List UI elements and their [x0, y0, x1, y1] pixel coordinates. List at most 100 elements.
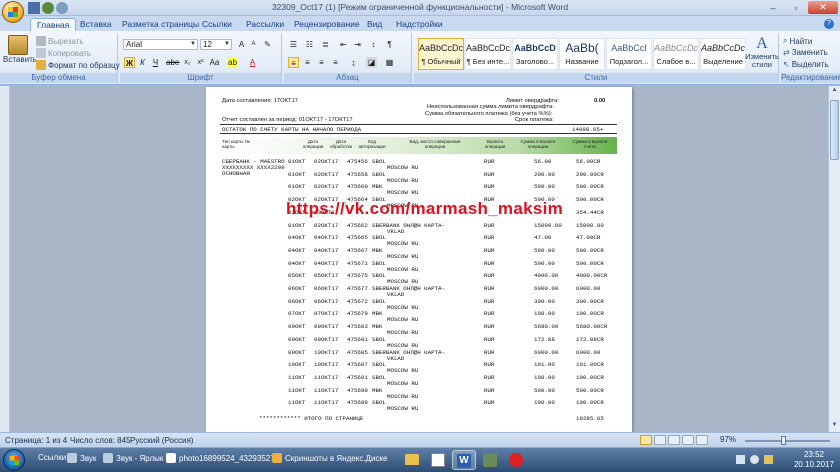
- taskbar-app-explorer[interactable]: [400, 450, 424, 470]
- cut-button[interactable]: Вырезать: [36, 36, 84, 46]
- minimize-button[interactable]: –: [762, 1, 784, 14]
- style-title[interactable]: AaBb(Название: [559, 38, 605, 70]
- style-no-spacing[interactable]: AaBbCcDc ¶ Без инте...: [465, 38, 511, 70]
- taskbar-app-word[interactable]: W: [452, 450, 476, 470]
- highlight-icon[interactable]: ab: [227, 57, 238, 68]
- numbering-icon[interactable]: ☷: [304, 39, 315, 50]
- taskbar-app-yandex[interactable]: [504, 450, 528, 470]
- links-toolbar[interactable]: Ссылки: [38, 453, 66, 462]
- shading-icon[interactable]: ◪: [366, 57, 377, 68]
- change-case-icon[interactable]: Aa: [209, 57, 220, 68]
- cell-location: MOSCOW RU: [387, 367, 419, 375]
- web-layout-icon[interactable]: [668, 435, 680, 445]
- italic-button[interactable]: К: [137, 57, 148, 68]
- style-heading1[interactable]: AaBbCcD Заголово...: [512, 38, 558, 70]
- replace-button[interactable]: ⇄ Заменить: [783, 48, 828, 57]
- underline-button[interactable]: Ч: [150, 57, 161, 68]
- tab-references[interactable]: Ссылки: [196, 18, 238, 31]
- font-name-select[interactable]: Arial ▼: [123, 39, 198, 50]
- view-buttons: [640, 435, 708, 445]
- taskbar-app-excel[interactable]: [426, 450, 450, 470]
- cell-location: VKLAD: [387, 291, 405, 298]
- align-center-icon[interactable]: ≡: [302, 57, 313, 68]
- taskbar-item-sound-shortcut[interactable]: Звук - Ярлык: [103, 453, 163, 463]
- multilevel-list-icon[interactable]: ≣: [320, 39, 331, 50]
- scroll-thumb[interactable]: [830, 100, 839, 160]
- start-button[interactable]: [3, 449, 25, 471]
- taskbar-item-sound[interactable]: Звук: [67, 453, 96, 463]
- tab-review[interactable]: Рецензирование: [288, 18, 366, 31]
- scroll-down-icon[interactable]: ▼: [830, 422, 839, 431]
- word-count[interactable]: Число слов: 845: [70, 436, 130, 445]
- superscript-button[interactable]: x²: [195, 57, 206, 68]
- zoom-slider[interactable]: [745, 436, 830, 445]
- style-subtle-emphasis[interactable]: AaBbCcDc Слабое в...: [653, 38, 699, 70]
- taskbar-item-photo[interactable]: photo16899524_432935275: [166, 453, 279, 463]
- style-name: ¶ Без инте...: [466, 57, 510, 66]
- print-layout-icon[interactable]: [640, 435, 652, 445]
- maximize-button[interactable]: ▫: [785, 1, 807, 14]
- outline-icon[interactable]: [682, 435, 694, 445]
- taskbar-app-photos[interactable]: [478, 450, 502, 470]
- tab-mailings[interactable]: Рассылки: [240, 18, 290, 31]
- reading-layout-icon[interactable]: [654, 435, 666, 445]
- line-spacing-icon[interactable]: ↨: [348, 57, 359, 68]
- tab-home[interactable]: Главная: [30, 18, 77, 31]
- cell-account-amount: 56.00CR: [576, 158, 601, 165]
- align-left-icon[interactable]: ≡: [288, 57, 299, 68]
- clock[interactable]: 23:52 20.10.2017: [794, 450, 834, 470]
- cell-op-date: 01ОКТ: [288, 170, 306, 178]
- decrease-indent-icon[interactable]: ⇤: [338, 39, 349, 50]
- style-subtitle[interactable]: AaBbCcI Подзагол...: [606, 38, 652, 70]
- overdraft-limit-value: 0.00: [594, 98, 606, 104]
- language[interactable]: Русский (Россия): [130, 436, 193, 445]
- taskbar-item-screenshots[interactable]: Скриншоты в Яндекс.Диске: [272, 453, 387, 463]
- tab-addins[interactable]: Надстройки: [390, 18, 449, 31]
- zoom-level[interactable]: 97%: [720, 435, 736, 444]
- vertical-scrollbar[interactable]: ▲ ▼: [828, 86, 840, 432]
- flag-icon[interactable]: [764, 455, 773, 464]
- zoom-knob[interactable]: [781, 436, 786, 445]
- align-right-icon[interactable]: ≡: [316, 57, 327, 68]
- scissors-icon: [36, 36, 46, 46]
- strikethrough-button[interactable]: abe: [166, 57, 179, 68]
- document-page[interactable]: Дата составления: 17ОКТ17 Лимит овердраф…: [206, 87, 632, 432]
- cell-location: MOSCOW RU: [387, 252, 419, 260]
- font-size-select[interactable]: 12 ▼: [200, 39, 232, 50]
- show-marks-icon[interactable]: ¶: [384, 39, 395, 50]
- borders-icon[interactable]: ▦: [384, 57, 395, 68]
- clear-format-icon[interactable]: ✎: [262, 39, 273, 50]
- office-button[interactable]: [2, 1, 24, 23]
- format-painter-button[interactable]: Формат по образцу: [36, 60, 120, 70]
- shrink-font-icon[interactable]: A: [248, 39, 259, 50]
- cell-currency: RUR: [484, 310, 495, 318]
- style-normal[interactable]: AaBbCcDc ¶ Обычный: [418, 38, 464, 70]
- subscript-button[interactable]: x₂: [182, 57, 193, 68]
- volume-icon[interactable]: [750, 455, 759, 464]
- network-icon[interactable]: [736, 455, 745, 464]
- paste-button[interactable]: Вставить: [3, 35, 37, 64]
- change-styles-button[interactable]: A Изменить стили: [744, 35, 780, 69]
- cell-amount: 15000.00: [534, 221, 562, 229]
- tab-view[interactable]: Вид: [361, 18, 388, 31]
- page-count[interactable]: Страница: 1 из 4: [5, 436, 67, 445]
- find-button[interactable]: ⌕ Найти: [783, 36, 812, 46]
- bold-button[interactable]: Ж: [124, 57, 135, 68]
- justify-icon[interactable]: ≡: [330, 57, 341, 68]
- help-icon[interactable]: ?: [824, 19, 834, 29]
- cell-description: SBOL: [372, 170, 386, 178]
- scroll-up-icon[interactable]: ▲: [830, 87, 839, 96]
- grow-font-icon[interactable]: A: [236, 39, 247, 50]
- select-button[interactable]: ↖ Выделить: [783, 60, 829, 69]
- bullets-icon[interactable]: ☰: [288, 39, 299, 50]
- style-emphasis[interactable]: AaBbCcDc Выделение: [700, 38, 746, 70]
- font-color-icon[interactable]: A: [247, 57, 258, 68]
- draft-icon[interactable]: [696, 435, 708, 445]
- close-button[interactable]: ✕: [808, 1, 838, 14]
- copy-button[interactable]: Копировать: [36, 48, 91, 58]
- tab-insert[interactable]: Вставка: [74, 18, 118, 31]
- tab-page-layout[interactable]: Разметка страницы: [116, 18, 205, 31]
- cell-location: MOSCOW RU: [387, 379, 419, 387]
- increase-indent-icon[interactable]: ⇥: [352, 39, 363, 50]
- sort-icon[interactable]: ↕: [368, 39, 379, 50]
